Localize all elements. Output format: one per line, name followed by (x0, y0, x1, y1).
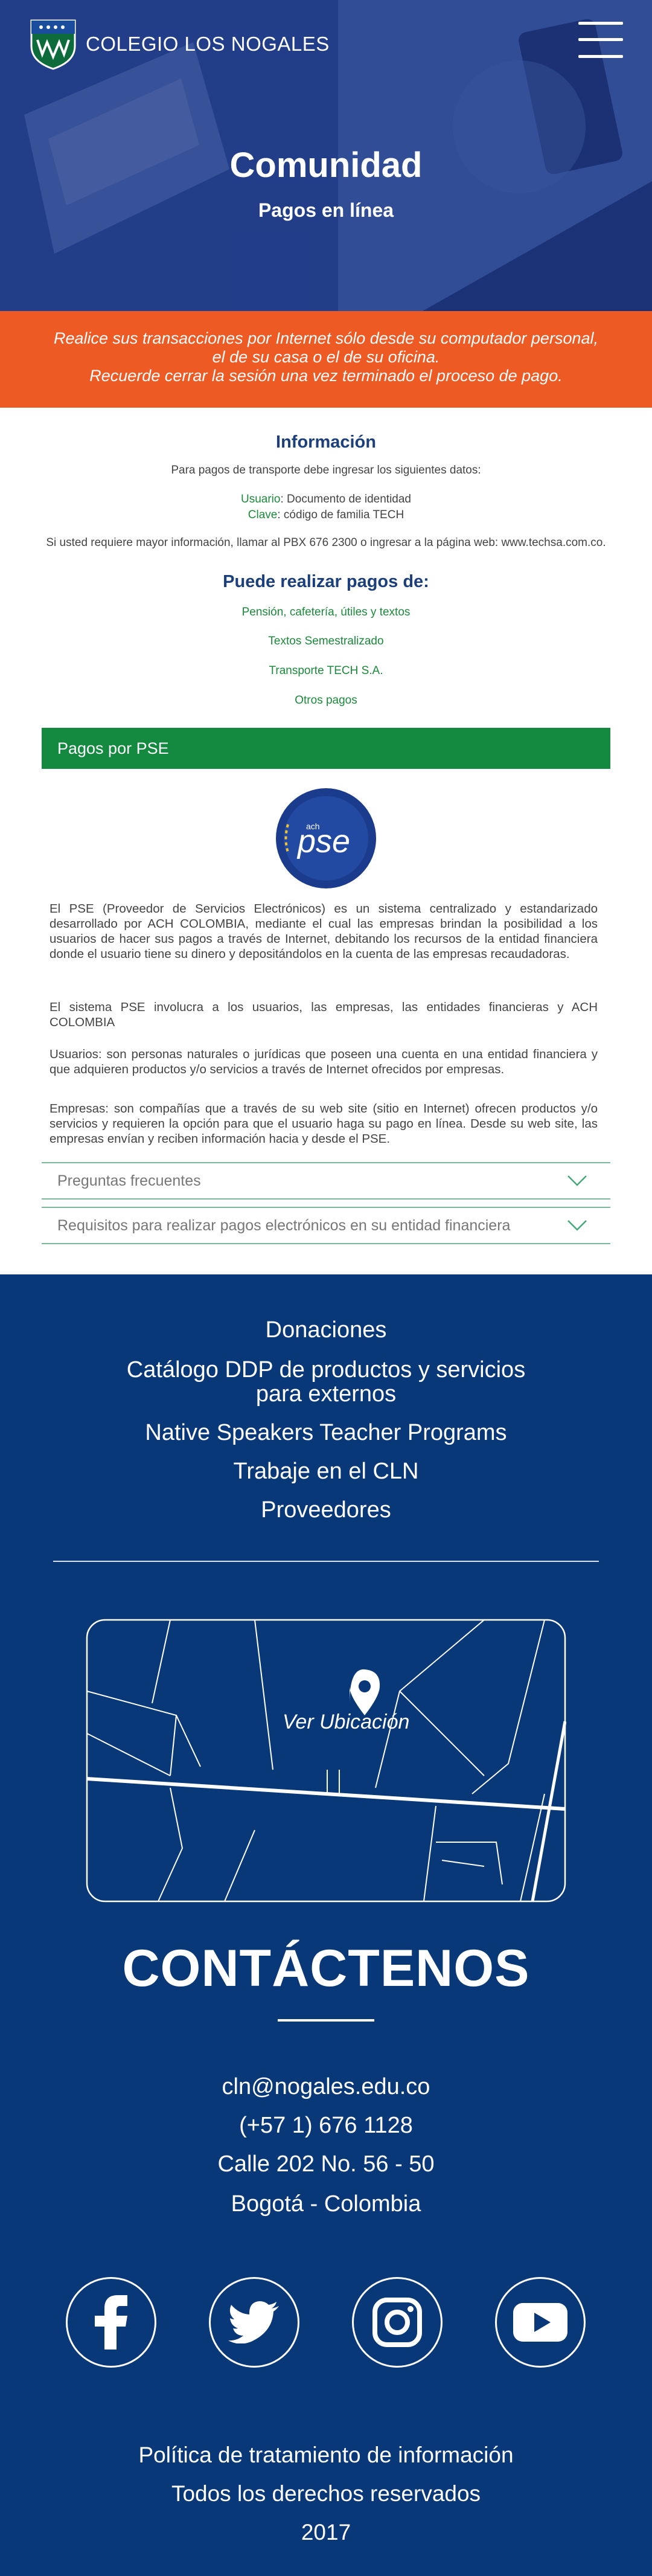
site-footer: Donaciones Catálogo DDP de productos y s… (0, 1274, 652, 2576)
school-name: COLEGIO LOS NOGALES (86, 33, 330, 55)
chevron-down-icon (567, 1220, 587, 1231)
page-subtitle: Pagos en línea (258, 199, 394, 221)
twitter-icon[interactable] (209, 2277, 299, 2368)
privacy-policy-link[interactable]: Política de tratamiento de información (0, 2443, 652, 2468)
payments-heading: Puede realizar pagos de: (223, 572, 429, 591)
clave-line: Clave: código de familia TECH (0, 509, 652, 522)
pay-link-pension[interactable]: Pensión, cafetería, útiles y textos (0, 606, 652, 619)
youtube-icon[interactable] (495, 2277, 586, 2368)
usuario-label: Usuario (240, 493, 281, 506)
pse-logo: ach pse (276, 788, 376, 888)
clave-value: : código de familia TECH (277, 509, 404, 521)
accordion-label: Requisitos para realizar pagos electróni… (57, 1216, 511, 1234)
location-pin-icon (350, 1669, 380, 1715)
footer-link-donaciones[interactable]: Donaciones (0, 1318, 652, 1342)
footer-link-proveedores[interactable]: Proveedores (0, 1498, 652, 1522)
footer-link-native-speakers[interactable]: Native Speakers Teacher Programs (0, 1421, 652, 1445)
school-logo[interactable]: COLEGIO LOS NOGALES (29, 18, 330, 70)
footer-link-catalogo[interactable]: Catálogo DDP de productos y servicios (0, 1358, 652, 1382)
notice-line: Realice sus transacciones por Internet s… (53, 329, 598, 347)
contact-email[interactable]: cln@nogales.edu.co (0, 2074, 652, 2100)
pse-paragraph: Empresas: son compañías que a través de … (50, 1102, 598, 1146)
info-intro: Para pagos de transporte debe ingresar l… (171, 464, 481, 477)
pse-paragraph: El PSE (Proveedor de Servicios Electróni… (50, 902, 598, 961)
rights-reserved: Todos los derechos reservados (171, 2481, 481, 2506)
pay-link-otros[interactable]: Otros pagos (0, 694, 652, 707)
notice-line: Recuerde cerrar la sesión una vez termin… (89, 367, 563, 385)
contact-heading: CONTÁCTENOS (122, 1939, 530, 1997)
info-more: Si usted requiere mayor información, lla… (46, 536, 606, 549)
contact-city: Bogotá - Colombia (231, 2191, 421, 2217)
contact-address: Calle 202 No. 56 - 50 (217, 2151, 435, 2177)
footer-divider (53, 1561, 599, 1562)
footer-link-catalogo-2[interactable]: para externos (0, 1382, 652, 1406)
contact-divider (278, 2019, 374, 2022)
hero-banner: COLEGIO LOS NOGALES Comunidad Pagos en l… (0, 0, 652, 311)
copyright-year: 2017 (301, 2520, 351, 2545)
pse-logo-text: pse (296, 823, 350, 859)
pse-paragraph: Usuarios: son personas naturales o juríd… (50, 1047, 598, 1076)
security-notice: Realice sus transacciones por Internet s… (0, 311, 652, 408)
clave-label: Clave (248, 509, 278, 521)
pay-link-transporte[interactable]: Transporte TECH S.A. (0, 664, 652, 678)
location-map[interactable]: Ver Ubicación (86, 1619, 566, 1903)
pse-section-bar[interactable]: Pagos por PSE (42, 728, 610, 769)
pse-paragraph: El sistema PSE involucra a los usuarios,… (50, 1000, 598, 1029)
info-heading: Información (276, 432, 376, 452)
contact-phone[interactable]: (+57 1) 676 1128 (0, 2113, 652, 2139)
footer-link-trabaje[interactable]: Trabaje en el CLN (0, 1459, 652, 1483)
facebook-icon[interactable] (66, 2277, 156, 2368)
usuario-line: Usuario: Documento de identidad (0, 493, 652, 506)
menu-icon[interactable] (578, 22, 623, 58)
notice-line: el de su casa o el de su oficina. (212, 348, 440, 366)
page-title: Comunidad (229, 146, 423, 185)
chevron-down-icon (567, 1175, 587, 1186)
usuario-value: : Documento de identidad (280, 493, 412, 506)
pay-link-textos[interactable]: Textos Semestralizado (0, 635, 652, 648)
accordion-requisitos[interactable]: Requisitos para realizar pagos electróni… (42, 1207, 610, 1244)
accordion-faq[interactable]: Preguntas frecuentes (42, 1162, 610, 1200)
school-shield-icon (30, 19, 76, 70)
instagram-icon[interactable] (352, 2277, 443, 2368)
accordion-label: Preguntas frecuentes (57, 1172, 201, 1189)
map-label: Ver Ubicación (283, 1710, 409, 1733)
